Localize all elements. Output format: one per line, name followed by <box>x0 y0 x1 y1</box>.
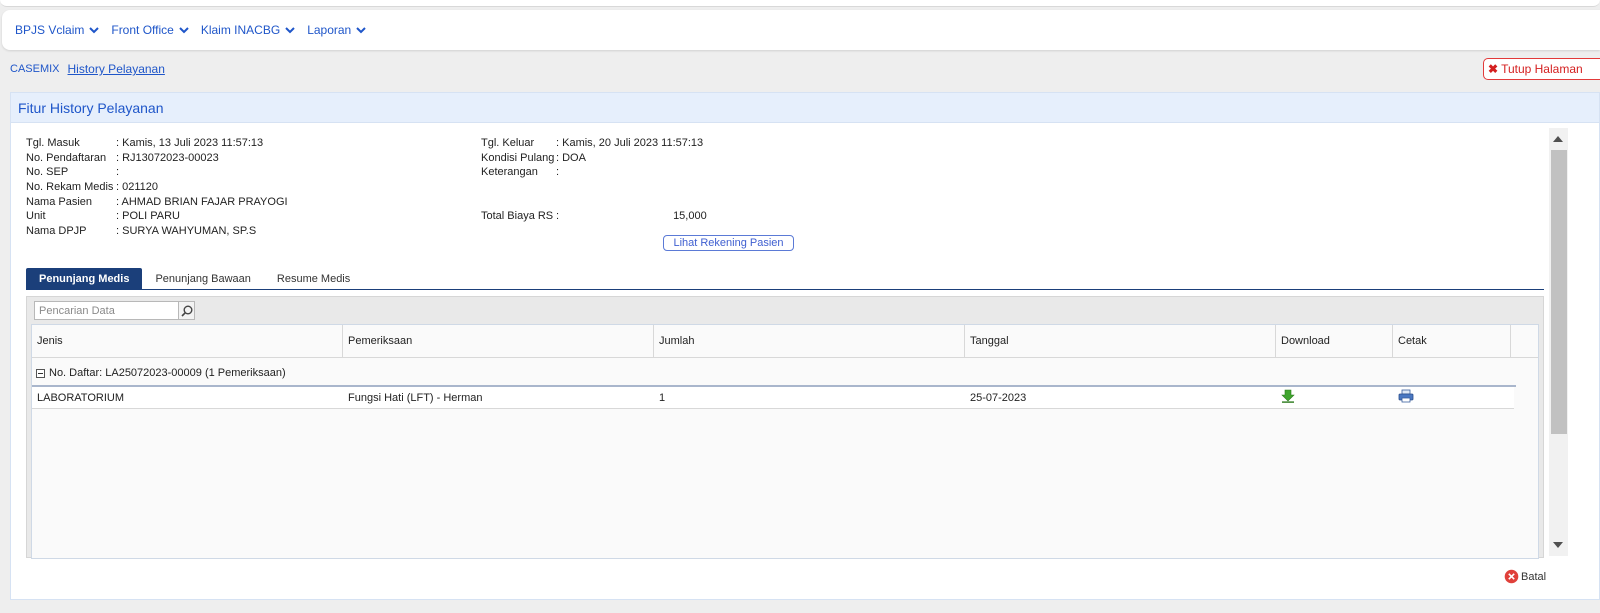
info-row-keterangan: Keterangan: <box>481 165 703 180</box>
patient-info-left: Tgl. Masuk : Kamis, 13 Juli 2023 11:57:13… <box>26 136 288 239</box>
nav-laporan[interactable]: Laporan <box>307 23 366 37</box>
cell-tanggal: 25-07-2023 <box>970 391 1027 404</box>
close-page-button[interactable]: ✖ Tutup Halaman <box>1483 58 1600 80</box>
info-row-kondisi-pulang: Kondisi Pulang: DOA <box>481 151 703 166</box>
table-header: Jenis Pemeriksaan Jumlah Tanggal Downloa… <box>32 325 1538 358</box>
info-label: Kondisi Pulang <box>481 151 555 164</box>
main-navbar: BPJS Vclaim Front Office Klaim INACBG La… <box>2 10 1600 50</box>
tab-underline <box>26 289 1544 290</box>
info-label: No. Rekam Medis <box>26 181 114 194</box>
cell-jumlah: 1 <box>659 391 666 404</box>
cell-cetak <box>1393 389 1511 406</box>
lihat-rekening-button[interactable]: Lihat Rekening Pasien <box>663 235 794 251</box>
patient-info-right: Tgl. Keluar : Kamis, 20 Juli 2023 11:57:1… <box>481 136 703 180</box>
col-download[interactable]: Download <box>1276 325 1393 357</box>
cell-pemeriksaan: Fungsi Hati (LFT) - Herman <box>348 391 483 404</box>
nav-bpjs-vclaim-label: BPJS Vclaim <box>15 23 85 37</box>
close-page-label: Tutup Halaman <box>1501 62 1583 76</box>
tab-resume-medis[interactable]: Resume Medis <box>264 268 363 289</box>
cell-jenis: LABORATORIUM <box>37 391 124 404</box>
info-value: : Kamis, 13 Juli 2023 11:57:13 <box>116 137 264 149</box>
nav-laporan-label: Laporan <box>307 23 352 37</box>
nav-bpjs-vclaim[interactable]: BPJS Vclaim <box>15 23 100 37</box>
tab-penunjang-bawaan[interactable]: Penunjang Bawaan <box>142 268 263 289</box>
minus-square-icon[interactable] <box>36 368 45 378</box>
results-table: Jenis Pemeriksaan Jumlah Tanggal Downloa… <box>31 324 1539 559</box>
tab-penunjang-medis[interactable]: Penunjang Medis <box>26 268 143 289</box>
search-input[interactable]: Pencarian Data <box>34 301 179 320</box>
info-row-nama-pasien: Nama Pasien : AHMAD BRIAN FAJAR PRAYOGI <box>26 195 288 210</box>
history-panel: Fitur History Pelayanan Tgl. Masuk : Kami… <box>10 92 1600 600</box>
col-jumlah[interactable]: Jumlah <box>654 325 965 357</box>
breadcrumb-current[interactable]: History Pelayanan <box>68 62 165 76</box>
panel-title: Fitur History Pelayanan <box>11 93 1599 123</box>
info-value: : POLI PARU <box>116 210 180 223</box>
batal-button[interactable]: Batal <box>1504 569 1546 584</box>
info-value: : SURYA WAHYUMAN, SP.S <box>116 225 257 238</box>
info-label: Tgl. Keluar <box>481 137 535 149</box>
search-button[interactable] <box>178 301 195 320</box>
info-value: : RJ13072023-00023 <box>116 151 219 164</box>
nav-klaim-inacbg[interactable]: Klaim INACBG <box>201 23 295 37</box>
info-value: : <box>116 166 120 179</box>
top-strip <box>0 0 1600 7</box>
info-row-no-pendaftaran: No. Pendaftaran : RJ13072023-00023 <box>26 151 288 166</box>
info-row-tgl-masuk: Tgl. Masuk : Kamis, 13 Juli 2023 11:57:13 <box>26 136 288 151</box>
total-value: 15,000 <box>673 210 707 222</box>
info-row-nama-dpjp: Nama DPJP : SURYA WAHYUMAN, SP.S <box>26 224 288 239</box>
tab-bar: Penunjang Medis Penunjang Bawaan Resume … <box>26 268 363 289</box>
total-label: Total Biaya RS <box>481 210 554 222</box>
scroll-thumb[interactable] <box>1551 150 1567 434</box>
group-label: No. Daftar: LA25072023-00009 (1 Pemeriks… <box>49 367 286 379</box>
info-value: : <box>556 166 560 179</box>
scroll-up-icon[interactable] <box>1553 136 1563 142</box>
col-cetak[interactable]: Cetak <box>1393 325 1511 357</box>
nav-front-office[interactable]: Front Office <box>111 23 189 37</box>
info-value: : 021120 <box>116 181 159 194</box>
total-biaya: Total Biaya RS : 15,000 <box>481 209 707 224</box>
info-value: : DOA <box>556 151 586 164</box>
nav-front-office-label: Front Office <box>111 23 174 37</box>
col-tanggal[interactable]: Tanggal <box>965 325 1276 357</box>
info-row-tgl-keluar: Tgl. Keluar : Kamis, 20 Juli 2023 11:57:1… <box>481 136 703 151</box>
info-label: No. Pendaftaran <box>26 151 107 164</box>
table-row[interactable]: LABORATORIUM Fungsi Hati (LFT) - Herman … <box>32 387 1514 409</box>
batal-label: Batal <box>1521 570 1547 583</box>
info-label: Unit <box>26 210 46 223</box>
download-icon[interactable] <box>1281 389 1295 403</box>
info-label: Tgl. Masuk <box>26 137 80 149</box>
info-label: Nama DPJP <box>26 225 87 238</box>
info-value: : Kamis, 20 Juli 2023 11:57:13 <box>556 137 704 149</box>
info-label: No. SEP <box>26 166 69 179</box>
col-jenis[interactable]: Jenis <box>32 325 343 357</box>
cell-download <box>1276 389 1393 406</box>
chevron-down-icon <box>179 26 189 33</box>
col-pemeriksaan[interactable]: Pemeriksaan <box>343 325 654 357</box>
printer-icon[interactable] <box>1398 389 1414 403</box>
chevron-down-icon <box>356 26 366 33</box>
scroll-down-icon[interactable] <box>1553 542 1563 548</box>
cancel-circle-icon <box>1504 569 1519 584</box>
info-label: Keterangan <box>481 166 538 179</box>
chevron-down-icon <box>285 26 295 33</box>
search-icon <box>180 305 192 317</box>
info-row-no-rekam-medis: No. Rekam Medis: 021120 <box>26 180 288 195</box>
info-row-unit: Unit : POLI PARU <box>26 209 288 224</box>
vertical-scrollbar[interactable] <box>1549 128 1568 556</box>
breadcrumb: CASEMIX History Pelayanan <box>10 62 165 76</box>
grid-container: Pencarian Data Jenis Pemeriksaan Jumlah … <box>26 296 1544 559</box>
group-row[interactable]: No. Daftar: LA25072023-00009 (1 Pemeriks… <box>36 367 286 379</box>
close-icon: ✖ <box>1488 62 1499 76</box>
total-separator: : <box>556 210 560 222</box>
info-row-no-sep: No. SEP: <box>26 165 288 180</box>
chevron-down-icon <box>89 26 100 33</box>
nav-klaim-inacbg-label: Klaim INACBG <box>200 23 281 37</box>
info-value: : AHMAD BRIAN FAJAR PRAYOGI <box>116 195 288 208</box>
info-label: Nama Pasien <box>26 195 93 208</box>
breadcrumb-root[interactable]: CASEMIX <box>10 63 60 75</box>
